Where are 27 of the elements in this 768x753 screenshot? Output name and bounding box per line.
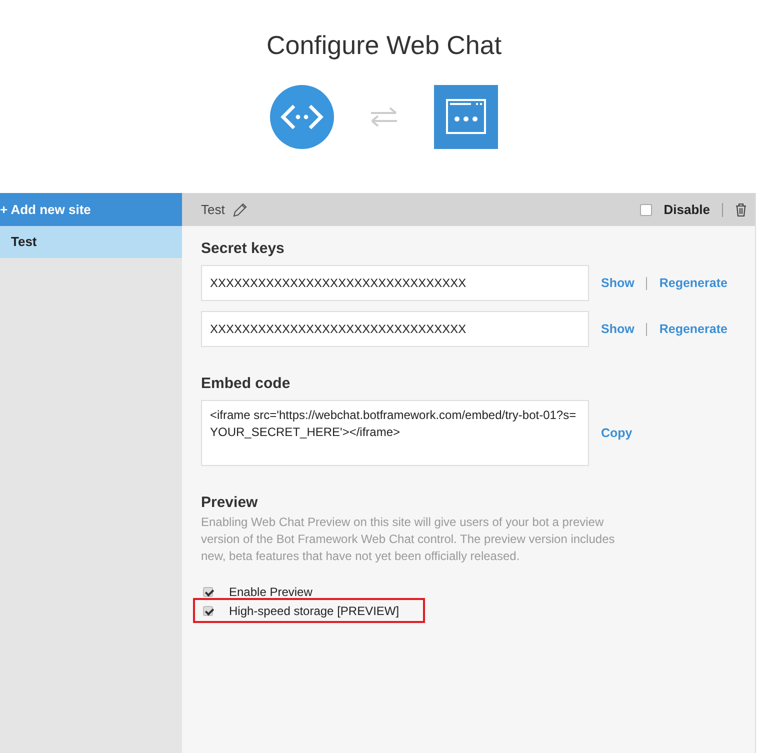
checkbox-label: High-speed storage [PREVIEW]: [229, 604, 400, 618]
secret-key-field[interactable]: XXXXXXXXXXXXXXXXXXXXXXXXXXXXXXXX: [201, 311, 589, 347]
disable-checkbox[interactable]: [640, 204, 652, 216]
section-heading: Secret keys: [201, 240, 286, 257]
regenerate-link[interactable]: Regenerate: [659, 322, 728, 336]
checkbox[interactable]: [203, 606, 213, 616]
show-link[interactable]: Show: [601, 276, 634, 290]
pencil-icon[interactable]: [232, 202, 247, 216]
site-name: Test: [201, 202, 225, 217]
preview-description: Enabling Web Chat Preview on this site will give users of your bot a preview version of the Bot Framework Web Chat control. The preview version includes new, beta features that have not yet been officially released.: [201, 514, 616, 565]
disable-label: Disable: [664, 202, 710, 217]
show-link[interactable]: Show: [601, 322, 634, 336]
trash-icon[interactable]: [735, 202, 747, 216]
add-site-button[interactable]: + Add new site: [0, 193, 182, 226]
secret-key-field[interactable]: XXXXXXXXXXXXXXXXXXXXXXXXXXXXXXXX: [201, 265, 589, 301]
regenerate-link[interactable]: Regenerate: [659, 276, 728, 290]
section-heading: Embed code: [201, 375, 292, 392]
checkbox-label: Enable Preview: [229, 584, 312, 598]
swap-arrows-icon: [369, 106, 399, 128]
sidebar-item[interactable]: Test: [0, 226, 182, 258]
browser-window-icon: [434, 85, 498, 149]
page-title: Configure Web Chat: [266, 30, 502, 61]
checkbox[interactable]: [203, 586, 213, 596]
copy-link[interactable]: Copy: [601, 426, 632, 440]
section-heading: Preview: [201, 494, 259, 511]
embed-code-field[interactable]: <iframe src='https://webchat.botframework.com/embed/try-bot-01?s=YOUR_SECRET_HERE'></iframe>: [201, 400, 589, 466]
code-circle-icon: [270, 85, 334, 149]
